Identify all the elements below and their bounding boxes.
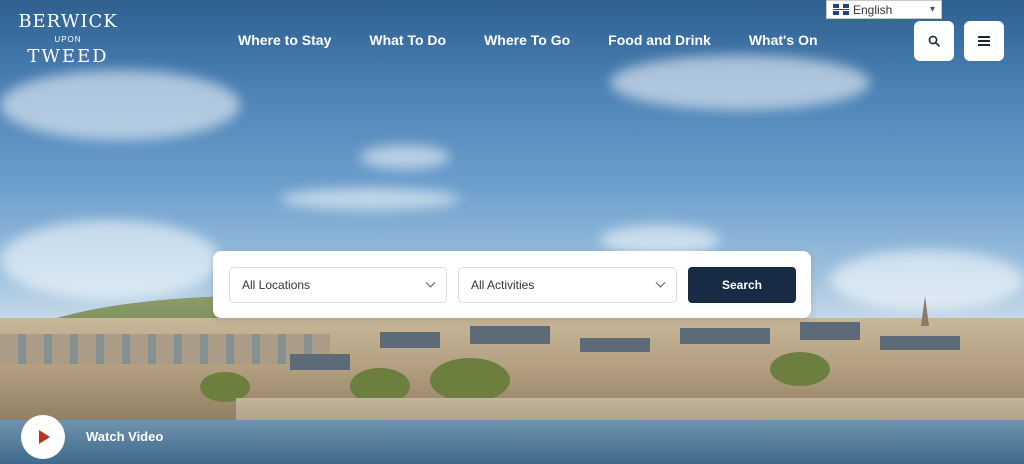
nav-where-to-stay[interactable]: Where to Stay <box>238 32 331 48</box>
nav-whats-on[interactable]: What's On <box>749 32 818 48</box>
church-spire <box>921 296 929 326</box>
search-button[interactable]: Search <box>688 267 796 303</box>
hero-background <box>0 0 1024 464</box>
location-select-value: All Locations <box>242 278 311 292</box>
main-navigation: Where to Stay What To Do Where To Go Foo… <box>238 32 856 48</box>
roof <box>880 336 960 350</box>
search-panel: All Locations All Activities Search <box>213 251 811 318</box>
nav-food-and-drink[interactable]: Food and Drink <box>608 32 711 48</box>
cloud <box>0 220 220 300</box>
logo-line-1: BERWICK <box>18 11 118 32</box>
cloud <box>280 188 460 210</box>
rooftops <box>0 318 1024 388</box>
chevron-down-icon <box>425 277 436 288</box>
nav-where-to-go[interactable]: Where To Go <box>484 32 570 48</box>
watch-video-label[interactable]: Watch Video <box>86 429 163 444</box>
menu-icon <box>978 36 990 46</box>
cloud <box>0 70 240 140</box>
activity-select-value: All Activities <box>471 278 535 292</box>
search-icon <box>928 35 940 47</box>
activity-select[interactable]: All Activities <box>458 267 677 303</box>
roof <box>290 354 350 370</box>
cloud <box>360 145 450 169</box>
nav-what-to-do[interactable]: What To Do <box>369 32 446 48</box>
logo-line-3: TWEED <box>27 46 109 67</box>
cloud <box>610 55 870 110</box>
menu-button[interactable] <box>964 21 1004 61</box>
roof <box>800 322 860 340</box>
play-icon <box>39 430 50 444</box>
tree <box>430 358 510 402</box>
site-logo[interactable]: BERWICK UPON TWEED <box>18 12 118 66</box>
roof <box>380 332 440 348</box>
header-search-button[interactable] <box>914 21 954 61</box>
roof <box>580 338 650 352</box>
language-selected: English <box>853 2 893 17</box>
roof <box>470 326 550 344</box>
play-video-button[interactable] <box>21 415 65 459</box>
chevron-down-icon <box>655 277 666 288</box>
roof <box>680 328 770 344</box>
uk-flag-icon <box>833 4 849 15</box>
location-select[interactable]: All Locations <box>229 267 447 303</box>
tree <box>770 352 830 386</box>
chevron-down-icon: ▾ <box>929 4 935 15</box>
language-selector[interactable]: English ▾ <box>826 0 942 19</box>
